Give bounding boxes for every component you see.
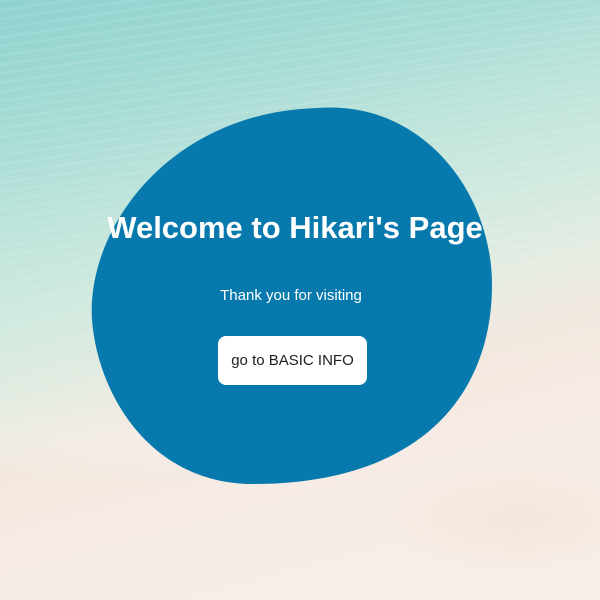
basic-info-button[interactable]: go to BASIC INFO bbox=[218, 336, 367, 385]
page-title: Welcome to Hikari's Page bbox=[107, 210, 483, 245]
hero-section: Welcome to Hikari's Page Thank you for v… bbox=[0, 0, 600, 600]
page-subtitle: Thank you for visiting bbox=[220, 287, 362, 304]
